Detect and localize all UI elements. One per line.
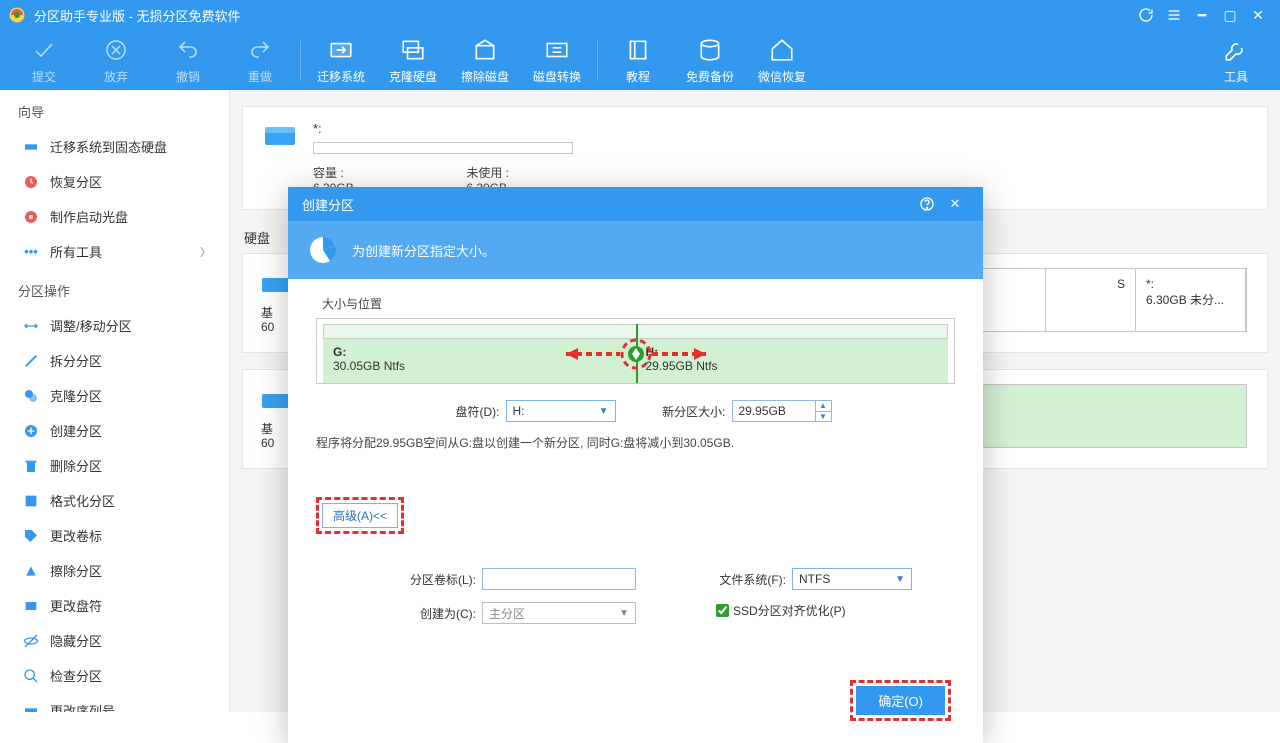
redo-button[interactable]: 重做	[224, 30, 296, 90]
drive-letter-select[interactable]: H:▼	[506, 400, 616, 422]
wechat-recover-button[interactable]: 微信恢复	[746, 30, 818, 90]
wipe-disk-button[interactable]: 擦除磁盘	[449, 30, 521, 90]
advanced-toggle[interactable]: 高级(A)<<	[322, 503, 398, 528]
slider-handle[interactable]	[636, 324, 638, 383]
sidebar-item-check[interactable]: 检查分区	[0, 658, 229, 693]
new-size-label: 新分区大小:	[646, 403, 726, 420]
sidebar-item-resize[interactable]: 调整/移动分区	[0, 308, 229, 343]
close-button[interactable]: ✕	[1244, 0, 1272, 30]
discard-button[interactable]: 放弃	[80, 30, 152, 90]
chevron-down-icon: ▼	[599, 406, 609, 417]
create-as-select[interactable]: 主分区▼	[482, 602, 636, 624]
sidebar-item-clone-partition[interactable]: 克隆分区	[0, 378, 229, 413]
title-bar: 分区助手专业版 - 无损分区免费软件 ━ ▢ ✕	[0, 0, 1280, 30]
dialog-title: 创建分区	[302, 195, 354, 214]
sidebar: 向导 迁移系统到固态硬盘 恢复分区 制作启动光盘 •••所有工具〉 分区操作 调…	[0, 90, 230, 712]
sidebar-item-wipe-partition[interactable]: 擦除分区	[0, 553, 229, 588]
sidebar-item-change-letter[interactable]: 更改盘符	[0, 588, 229, 623]
maximize-button[interactable]: ▢	[1216, 0, 1244, 30]
disk-label: *:	[313, 121, 1247, 136]
disk-icon	[263, 121, 297, 154]
partition-size-slider[interactable]: G: 30.05GB Ntfs H: 29.95GB Ntfs	[316, 318, 955, 384]
dialog-titlebar: 创建分区 ✕	[288, 187, 983, 221]
size-position-legend: 大小与位置	[322, 295, 955, 312]
sidebar-item-hide[interactable]: 隐藏分区	[0, 623, 229, 658]
ssd-align-checkbox[interactable]	[716, 604, 729, 617]
sidebar-item-migrate-ssd[interactable]: 迁移系统到固态硬盘	[0, 129, 229, 164]
undo-button[interactable]: 撤销	[152, 30, 224, 90]
ok-highlight: 确定(O)	[850, 680, 951, 721]
sidebar-item-boot-disc[interactable]: 制作启动光盘	[0, 199, 229, 234]
dialog-subheader: 为创建新分区指定大小。	[288, 221, 983, 279]
sidebar-group-wizard: 向导	[0, 90, 229, 129]
sidebar-item-serial[interactable]: 更改序列号	[0, 693, 229, 712]
backup-button[interactable]: 免费备份	[674, 30, 746, 90]
sidebar-item-delete[interactable]: 删除分区	[0, 448, 229, 483]
ok-button[interactable]: 确定(O)	[856, 686, 945, 715]
sidebar-item-format[interactable]: 格式化分区	[0, 483, 229, 518]
filesystem-label: 文件系统(F):	[706, 571, 786, 588]
new-size-spinner[interactable]: 29.95GB ▲▼	[732, 400, 832, 422]
spinner-up[interactable]: ▲	[816, 401, 831, 412]
sidebar-group-partition-ops: 分区操作	[0, 269, 229, 308]
create-as-label: 创建为(C):	[396, 605, 476, 622]
pie-icon	[308, 235, 338, 265]
operation-description: 程序将分配29.95GB空间从G:盘以创建一个新分区, 同时G:盘将减小到30.…	[316, 434, 955, 451]
tutorial-button[interactable]: 教程	[602, 30, 674, 90]
refresh-icon[interactable]	[1132, 0, 1160, 30]
volume-label-input[interactable]	[482, 568, 636, 590]
advanced-highlight: 高级(A)<<	[316, 497, 404, 534]
sidebar-item-create[interactable]: 创建分区	[0, 413, 229, 448]
disk-row-icon	[261, 270, 291, 301]
menu-icon[interactable]	[1160, 0, 1188, 30]
commit-button[interactable]: 提交	[8, 30, 80, 90]
sidebar-item-split[interactable]: 拆分分区	[0, 343, 229, 378]
filesystem-select[interactable]: NTFS▼	[792, 568, 912, 590]
create-partition-dialog: 创建分区 ✕ 为创建新分区指定大小。 大小与位置 G: 30.05GB Ntfs…	[288, 187, 983, 743]
ssd-align-label: SSD分区对齐优化(P)	[733, 602, 846, 619]
dialog-help-button[interactable]	[913, 187, 941, 221]
spinner-down[interactable]: ▼	[816, 412, 831, 422]
sidebar-item-all-tools[interactable]: •••所有工具〉	[0, 234, 229, 269]
tools-button[interactable]: 工具	[1200, 30, 1272, 90]
sidebar-item-recover-partition[interactable]: 恢复分区	[0, 164, 229, 199]
volume-label-label: 分区卷标(L):	[396, 571, 476, 588]
convert-disk-button[interactable]: 磁盘转换	[521, 30, 593, 90]
dialog-close-button[interactable]: ✕	[941, 187, 969, 221]
main-toolbar: 提交 放弃 撤销 重做 迁移系统 克隆硬盘 擦除磁盘 磁盘转换 教程 免费备份 …	[0, 30, 1280, 90]
disk-usage-bar	[313, 142, 573, 154]
disk-row-icon	[261, 386, 291, 417]
drive-letter-label: 盘符(D):	[440, 403, 500, 420]
chevron-down-icon: ▼	[895, 574, 905, 585]
chevron-right-icon: 〉	[200, 244, 211, 260]
app-logo-icon	[8, 6, 26, 24]
minimize-button[interactable]: ━	[1188, 0, 1216, 30]
migrate-os-button[interactable]: 迁移系统	[305, 30, 377, 90]
clone-disk-button[interactable]: 克隆硬盘	[377, 30, 449, 90]
app-title: 分区助手专业版 - 无损分区免费软件	[34, 6, 241, 25]
sidebar-item-label[interactable]: 更改卷标	[0, 518, 229, 553]
chevron-down-icon: ▼	[619, 608, 629, 619]
